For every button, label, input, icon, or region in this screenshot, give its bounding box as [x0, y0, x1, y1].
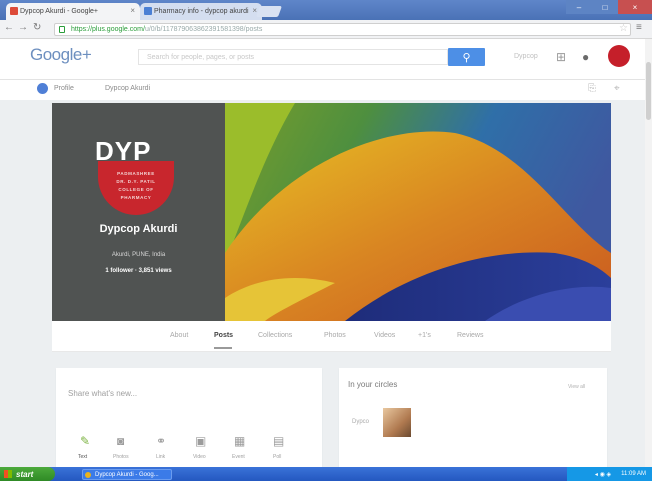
share-action-label: Photos [113, 454, 129, 460]
logo-text-line: DR. D.Y. PATIL [116, 179, 156, 184]
taskbar-item-browser[interactable]: Dypcop Akurdi - Goog... [82, 469, 172, 480]
search-input[interactable]: Search for people, pages, or posts [138, 49, 448, 65]
browser-tab-second[interactable]: Pharmacy info - dypcop akurdi × [140, 3, 262, 20]
profile-name: Dypcop Akurdi [99, 223, 178, 235]
notifications-icon[interactable]: ● [582, 50, 589, 64]
active-tab-indicator [214, 347, 232, 349]
circle-member-label: Dypco [352, 419, 370, 425]
page-icon [37, 83, 48, 94]
share-page-icon[interactable]: ⎘ [588, 83, 596, 94]
pencil-icon[interactable]: ✎ [80, 434, 90, 448]
logo-text-line: PADMASHREE [117, 171, 155, 176]
cover-photo[interactable] [225, 103, 611, 321]
apps-grid-icon[interactable]: ⊞ [556, 50, 566, 64]
circle-member-avatar[interactable] [383, 408, 411, 437]
windows-logo-icon [4, 470, 12, 478]
close-window-icon[interactable]: × [618, 0, 652, 14]
profile-location: Akurdi, PUNE, India [111, 252, 166, 258]
share-action-label: Text [78, 454, 88, 460]
camera-icon[interactable]: ◙ [117, 434, 124, 448]
reload-icon[interactable]: ↻ [33, 22, 41, 33]
search-button[interactable]: ⚲ [448, 48, 485, 66]
acting-as-dropdown[interactable]: Dypcop Akurdi [105, 85, 150, 92]
tab-collections[interactable]: Collections [258, 332, 292, 339]
browser-tab-active[interactable]: Dypcop Akurdi - Google+ × [6, 3, 140, 20]
location-pin-icon[interactable]: ⌖ [614, 83, 620, 94]
logo-text-line: PHARMACY [120, 195, 152, 200]
chrome-icon [85, 472, 91, 478]
video-icon[interactable]: ▣ [195, 434, 206, 448]
tray-icons[interactable]: ◂ ◉ ◈ [595, 471, 611, 478]
forward-arrow-icon[interactable]: → [18, 22, 28, 33]
share-action-label: Link [156, 454, 166, 460]
share-action-label: Poll [273, 454, 282, 460]
new-tab-button[interactable] [255, 6, 283, 17]
circles-title: In your circles [348, 380, 398, 389]
tab-videos[interactable]: Videos [374, 332, 395, 339]
bookmark-star-icon[interactable]: ☆ [619, 23, 628, 34]
secure-lock-icon [59, 26, 65, 33]
avatar[interactable] [608, 45, 630, 67]
logo-text-line: COLLEGE OF [118, 187, 154, 192]
clock[interactable]: 11:09 AM [621, 471, 646, 477]
search-icon: ⚲ [462, 51, 471, 64]
gplus-logo[interactable]: Google+ [30, 45, 92, 65]
tab-posts[interactable]: Posts [214, 332, 233, 339]
close-tab-icon[interactable]: × [130, 6, 135, 15]
link-icon[interactable]: ⚭ [156, 434, 166, 448]
poll-icon[interactable]: ▤ [273, 434, 284, 448]
cover-artwork [225, 103, 611, 321]
view-all-link[interactable]: View all [568, 384, 585, 390]
share-action-label: Video [193, 454, 206, 460]
system-tray: ◂ ◉ ◈ 11:09 AM [567, 467, 652, 481]
gplus-favicon-icon [10, 7, 18, 15]
profile-stats[interactable]: 1 follower · 3,851 views [52, 268, 225, 274]
back-arrow-icon[interactable]: ← [4, 22, 14, 33]
page-favicon-icon [144, 7, 152, 15]
profile-dropdown[interactable]: Profile [54, 85, 74, 92]
tab-photos[interactable]: Photos [324, 332, 346, 339]
header-account-link[interactable]: Dypcop [514, 53, 538, 60]
tab-plus-ones[interactable]: +1's [418, 332, 431, 339]
tab-reviews[interactable]: Reviews [457, 332, 483, 339]
profile-subbar [0, 80, 645, 100]
start-button[interactable]: start [0, 467, 55, 481]
calendar-icon[interactable]: ▦ [234, 434, 245, 448]
share-box [56, 368, 322, 468]
share-action-label: Event [232, 454, 245, 460]
tab-about[interactable]: About [170, 332, 188, 339]
scrollbar-thumb[interactable] [646, 62, 651, 120]
address-bar[interactable]: https://plus.google.com/u/0/b/1178790638… [54, 23, 631, 36]
share-input[interactable]: Share what's new... [68, 389, 137, 398]
minimize-window-icon[interactable]: – [566, 0, 592, 14]
menu-icon[interactable]: ≡ [636, 22, 642, 33]
maximize-window-icon[interactable]: □ [592, 0, 618, 14]
